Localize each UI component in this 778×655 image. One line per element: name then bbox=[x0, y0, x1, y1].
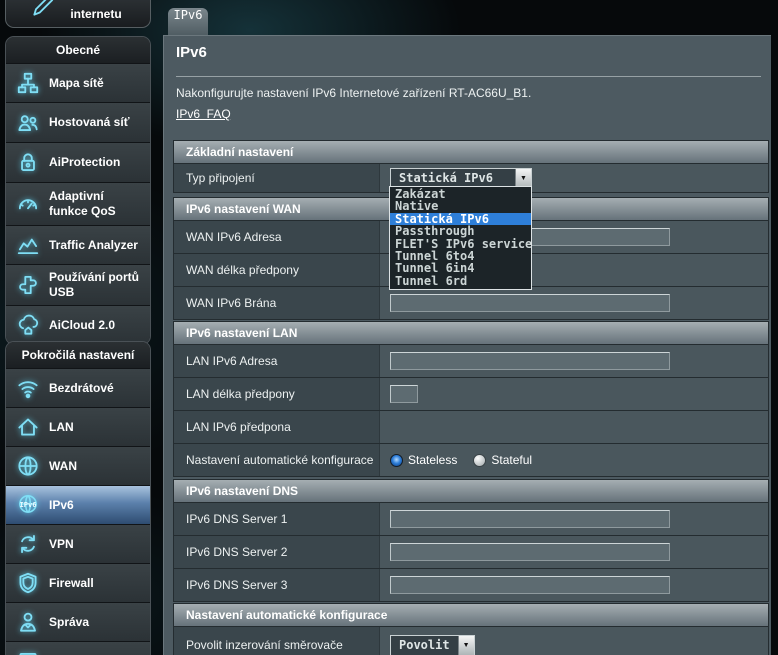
sidebar-item-vpn[interactable]: VPN bbox=[6, 524, 150, 563]
wan-ipv6-gateway-input[interactable] bbox=[390, 294, 670, 312]
option-flets-ipv6-service[interactable]: FLET'S IPv6 service bbox=[390, 238, 531, 250]
row-label-connection-type: Typ připojení bbox=[174, 164, 380, 192]
row-dns-server-3: IPv6 DNS Server 3 bbox=[174, 568, 768, 601]
sidebar-item-usb[interactable]: Používání portů USB bbox=[6, 264, 150, 305]
option-tunnel-6rd[interactable]: Tunnel 6rd bbox=[390, 275, 531, 287]
sidebar-item-wan[interactable]: WAN bbox=[6, 446, 150, 485]
radio-stateful-label: Stateful bbox=[491, 453, 532, 467]
lock-icon bbox=[12, 150, 44, 176]
row-lan-ipv6-prefix: LAN IPv6 předpona bbox=[174, 410, 768, 443]
sidebar-item-hosted-network[interactable]: Hostovaná síť bbox=[6, 102, 150, 142]
qis-button-label: internetu bbox=[46, 7, 146, 21]
section-header-basic: Základní nastavení bbox=[174, 141, 768, 163]
sidebar-item-traffic-analyzer[interactable]: Traffic Analyzer bbox=[6, 225, 150, 264]
table-dns-settings: IPv6 nastavení DNS IPv6 DNS Server 1 IPv… bbox=[173, 479, 769, 602]
row-lan-ipv6-address: LAN IPv6 Adresa bbox=[174, 344, 768, 377]
connection-type-select-value: Statická IPv6 bbox=[391, 169, 515, 188]
ra-dropdown-arrow-icon: ▼ bbox=[458, 636, 474, 655]
connection-type-dropdown: Zakázat Native Statická IPv6 Passthrough… bbox=[389, 186, 532, 290]
row-dns-server-1: IPv6 DNS Server 1 bbox=[174, 502, 768, 535]
sidebar-item-qos[interactable]: Adaptivní funkce QoS bbox=[6, 182, 150, 225]
row-wan-ipv6-gateway: WAN IPv6 Brána bbox=[174, 286, 768, 319]
hosted-network-icon bbox=[12, 110, 44, 136]
house-icon bbox=[12, 414, 44, 440]
globe-icon bbox=[12, 453, 44, 479]
shield-icon bbox=[12, 570, 44, 596]
gauge-icon bbox=[12, 191, 44, 217]
lan-prefix-length-input[interactable] bbox=[390, 385, 418, 403]
dns-server-1-input[interactable] bbox=[390, 510, 670, 528]
page-title: IPv6 bbox=[176, 44, 207, 61]
sidebar-item-firewall[interactable]: Firewall bbox=[6, 563, 150, 602]
lan-ipv6-prefix-value bbox=[380, 411, 768, 443]
dns-server-3-input[interactable] bbox=[390, 576, 670, 594]
sidebar-item-lan[interactable]: LAN bbox=[6, 407, 150, 446]
puzzle-icon bbox=[12, 272, 44, 298]
section-header-lan: IPv6 nastavení LAN bbox=[174, 322, 768, 344]
row-lan-prefix-length: LAN délka předpony bbox=[174, 377, 768, 410]
content-panel: IPv6 Nakonfigurujte nastavení IPv6 Inter… bbox=[163, 35, 771, 655]
table-lan-settings: IPv6 nastavení LAN LAN IPv6 Adresa LAN d… bbox=[173, 321, 769, 477]
tab-ipv6[interactable]: IPv6 bbox=[168, 8, 208, 35]
wifi-icon bbox=[12, 375, 44, 401]
row-autoconfig-mode: Nastavení automatické konfigurace Statel… bbox=[174, 443, 768, 476]
main-area: IPv6 IPv6 Nakonfigurujte nastavení IPv6 … bbox=[160, 0, 778, 655]
option-native[interactable]: Native bbox=[390, 200, 531, 212]
option-staticka-ipv6[interactable]: Statická IPv6 bbox=[390, 213, 531, 225]
qis-button[interactable]: internetu bbox=[5, 0, 151, 28]
page-description: Nakonfigurujte nastavení IPv6 Internetov… bbox=[176, 86, 531, 100]
row-dns-server-2: IPv6 DNS Server 2 bbox=[174, 535, 768, 568]
sidebar-item-wireless[interactable]: Bezdrátové bbox=[6, 368, 150, 407]
document-icon bbox=[12, 648, 44, 655]
person-icon bbox=[12, 609, 44, 635]
sidebar-item-system-log[interactable]: Systémový bbox=[6, 641, 150, 655]
ipv6-globe-icon: IPv6 bbox=[12, 492, 44, 518]
option-tunnel-6in4[interactable]: Tunnel 6in4 bbox=[390, 262, 531, 274]
sidebar: internetu Obecné Mapa sítě Hostovaná síť… bbox=[0, 0, 160, 655]
sidebar-item-administration[interactable]: Správa bbox=[6, 602, 150, 641]
row-router-advertisement: Povolit inzerování směrovače Povolit ▼ bbox=[174, 626, 768, 655]
cloud-icon bbox=[12, 312, 44, 338]
chart-icon bbox=[12, 232, 44, 258]
sidebar-group-header-advanced: Pokročilá nastavení bbox=[6, 342, 150, 368]
router-advertisement-select[interactable]: Povolit ▼ bbox=[390, 635, 475, 655]
sidebar-item-ipv6[interactable]: IPv6 IPv6 bbox=[6, 485, 150, 524]
lan-ipv6-address-input[interactable] bbox=[390, 352, 670, 370]
vpn-arrows-icon bbox=[12, 531, 44, 557]
option-passthrough[interactable]: Passthrough bbox=[390, 225, 531, 237]
dropdown-arrow-icon: ▼ bbox=[515, 169, 531, 188]
section-header-autoconfig: Nastavení automatické konfigurace bbox=[174, 604, 768, 626]
option-tunnel-6to4[interactable]: Tunnel 6to4 bbox=[390, 250, 531, 262]
radio-stateless-label: Stateless bbox=[408, 453, 457, 467]
radio-stateless[interactable] bbox=[390, 454, 403, 467]
faq-link[interactable]: IPv6 FAQ bbox=[176, 107, 231, 121]
network-map-icon bbox=[12, 70, 44, 96]
option-zakazat[interactable]: Zakázat bbox=[390, 188, 531, 200]
sidebar-item-aicloud[interactable]: AiCloud 2.0 bbox=[6, 305, 150, 344]
sidebar-item-aiprotection[interactable]: AiProtection bbox=[6, 142, 150, 182]
radio-stateful[interactable] bbox=[473, 454, 486, 467]
svg-text:IPv6: IPv6 bbox=[20, 500, 37, 509]
sidebar-group-advanced: Pokročilá nastavení Bezdrátové LAN WAN I… bbox=[5, 341, 151, 655]
sidebar-item-network-map[interactable]: Mapa sítě bbox=[6, 63, 150, 102]
sidebar-group-header-general: Obecné bbox=[6, 37, 150, 63]
dns-server-2-input[interactable] bbox=[390, 543, 670, 561]
section-header-dns: IPv6 nastavení DNS bbox=[174, 480, 768, 502]
screen: internetu Obecné Mapa sítě Hostovaná síť… bbox=[0, 0, 778, 655]
divider bbox=[176, 76, 761, 77]
table-router-advertisement: Nastavení automatické konfigurace Povoli… bbox=[173, 603, 769, 655]
sidebar-group-general: Obecné Mapa sítě Hostovaná síť AiProtect… bbox=[5, 36, 151, 345]
router-advertisement-select-value: Povolit bbox=[391, 636, 458, 655]
